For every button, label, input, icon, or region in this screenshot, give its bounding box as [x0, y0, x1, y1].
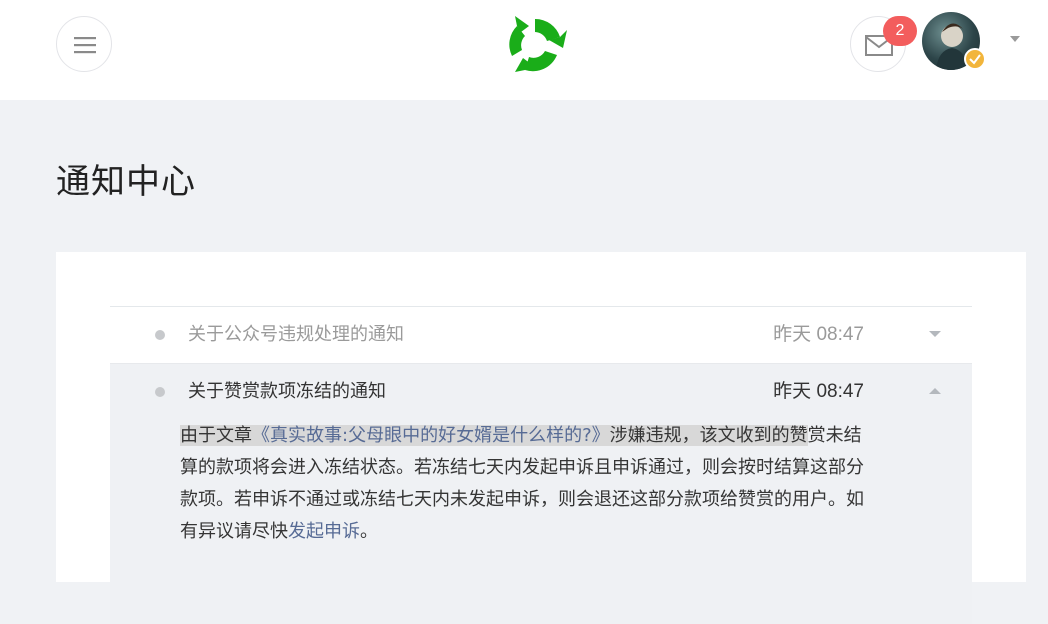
notification-item[interactable]: 关于公众号违规处理的通知 昨天 08:47	[110, 307, 972, 364]
body-prefix: 由于文章	[180, 425, 252, 446]
notification-body: 由于文章《真实故事:父母眼中的好女婿是什么样的?》涉嫌违规，该文收到的赞赏未结算…	[180, 420, 870, 548]
notification-item-expanded[interactable]: 关于赞赏款项冻结的通知 昨天 08:47 由于文章《真实故事:父母眼中的好女婿是…	[110, 364, 972, 624]
article-link[interactable]: 《真实故事:父母眼中的好女婿是什么样的?》	[252, 425, 610, 446]
caret-down-icon[interactable]	[1009, 35, 1021, 43]
menu-button[interactable]	[56, 16, 112, 72]
appeal-link[interactable]: 发起申诉	[288, 521, 360, 542]
logo-icon[interactable]	[503, 14, 567, 76]
notification-time: 昨天 08:47	[773, 381, 864, 402]
top-bar: 2	[0, 0, 1048, 100]
body-suffix: 。	[360, 521, 378, 542]
notification-count-badge: 2	[883, 16, 917, 46]
unread-dot	[155, 330, 165, 340]
notification-title: 关于赞赏款项冻结的通知	[188, 381, 386, 402]
highlighted-sentence: 由于文章《真实故事:父母眼中的好女婿是什么样的?》涉嫌违规，该文收到的赞	[180, 425, 808, 446]
page-title: 通知中心	[56, 162, 196, 202]
notification-list: 关于公众号违规处理的通知 昨天 08:47 关于赞赏款项冻结的通知 昨天 08:…	[110, 306, 972, 624]
notification-title: 关于公众号违规处理的通知	[188, 324, 404, 345]
verified-icon	[964, 48, 986, 70]
chevron-up-icon[interactable]	[928, 387, 942, 395]
notification-time: 昨天 08:47	[773, 324, 864, 345]
unread-dot	[155, 387, 165, 397]
menu-icon	[74, 37, 96, 54]
chevron-down-icon[interactable]	[928, 330, 942, 338]
body-after-link: 涉嫌违规，该文收到的赞	[609, 425, 808, 446]
